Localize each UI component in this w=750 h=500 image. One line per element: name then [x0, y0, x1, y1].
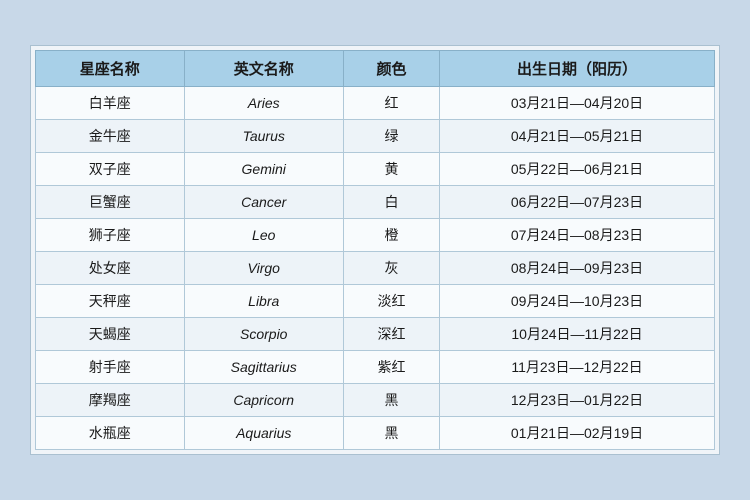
cell-chinese-name: 天蝎座	[36, 318, 185, 351]
cell-chinese-name: 摩羯座	[36, 384, 185, 417]
cell-chinese-name: 处女座	[36, 252, 185, 285]
table-row: 水瓶座Aquarius黑01月21日—02月19日	[36, 417, 715, 450]
table-header-row: 星座名称 英文名称 颜色 出生日期（阳历）	[36, 51, 715, 87]
cell-english-name: Sagittarius	[184, 351, 343, 384]
cell-chinese-name: 狮子座	[36, 219, 185, 252]
cell-english-name: Virgo	[184, 252, 343, 285]
cell-chinese-name: 射手座	[36, 351, 185, 384]
cell-english-name: Aquarius	[184, 417, 343, 450]
cell-chinese-name: 天秤座	[36, 285, 185, 318]
cell-english-name: Gemini	[184, 153, 343, 186]
cell-dates: 07月24日—08月23日	[440, 219, 715, 252]
cell-chinese-name: 金牛座	[36, 120, 185, 153]
cell-english-name: Scorpio	[184, 318, 343, 351]
table-row: 金牛座Taurus绿04月21日—05月21日	[36, 120, 715, 153]
zodiac-table: 星座名称 英文名称 颜色 出生日期（阳历） 白羊座Aries红03月21日—04…	[35, 50, 715, 450]
cell-english-name: Libra	[184, 285, 343, 318]
cell-color: 黑	[343, 417, 439, 450]
cell-color: 橙	[343, 219, 439, 252]
cell-dates: 03月21日—04月20日	[440, 87, 715, 120]
cell-chinese-name: 白羊座	[36, 87, 185, 120]
cell-color: 红	[343, 87, 439, 120]
header-color: 颜色	[343, 51, 439, 87]
zodiac-table-wrapper: 星座名称 英文名称 颜色 出生日期（阳历） 白羊座Aries红03月21日—04…	[30, 45, 720, 455]
table-row: 处女座Virgo灰08月24日—09月23日	[36, 252, 715, 285]
cell-dates: 10月24日—11月22日	[440, 318, 715, 351]
table-row: 狮子座Leo橙07月24日—08月23日	[36, 219, 715, 252]
header-english-name: 英文名称	[184, 51, 343, 87]
cell-dates: 05月22日—06月21日	[440, 153, 715, 186]
cell-color: 深红	[343, 318, 439, 351]
cell-color: 绿	[343, 120, 439, 153]
cell-dates: 09月24日—10月23日	[440, 285, 715, 318]
cell-english-name: Capricorn	[184, 384, 343, 417]
header-dates: 出生日期（阳历）	[440, 51, 715, 87]
cell-english-name: Leo	[184, 219, 343, 252]
cell-english-name: Taurus	[184, 120, 343, 153]
table-row: 天秤座Libra淡红09月24日—10月23日	[36, 285, 715, 318]
table-row: 摩羯座Capricorn黑12月23日—01月22日	[36, 384, 715, 417]
table-body: 白羊座Aries红03月21日—04月20日金牛座Taurus绿04月21日—0…	[36, 87, 715, 450]
table-row: 白羊座Aries红03月21日—04月20日	[36, 87, 715, 120]
cell-chinese-name: 水瓶座	[36, 417, 185, 450]
cell-chinese-name: 巨蟹座	[36, 186, 185, 219]
table-row: 天蝎座Scorpio深红10月24日—11月22日	[36, 318, 715, 351]
cell-dates: 11月23日—12月22日	[440, 351, 715, 384]
cell-color: 紫红	[343, 351, 439, 384]
header-chinese-name: 星座名称	[36, 51, 185, 87]
cell-color: 白	[343, 186, 439, 219]
cell-dates: 12月23日—01月22日	[440, 384, 715, 417]
cell-dates: 08月24日—09月23日	[440, 252, 715, 285]
table-row: 双子座Gemini黄05月22日—06月21日	[36, 153, 715, 186]
cell-english-name: Cancer	[184, 186, 343, 219]
cell-dates: 04月21日—05月21日	[440, 120, 715, 153]
table-row: 巨蟹座Cancer白06月22日—07月23日	[36, 186, 715, 219]
cell-color: 黄	[343, 153, 439, 186]
cell-color: 淡红	[343, 285, 439, 318]
cell-color: 黑	[343, 384, 439, 417]
cell-color: 灰	[343, 252, 439, 285]
cell-dates: 06月22日—07月23日	[440, 186, 715, 219]
table-row: 射手座Sagittarius紫红11月23日—12月22日	[36, 351, 715, 384]
cell-dates: 01月21日—02月19日	[440, 417, 715, 450]
cell-english-name: Aries	[184, 87, 343, 120]
cell-chinese-name: 双子座	[36, 153, 185, 186]
